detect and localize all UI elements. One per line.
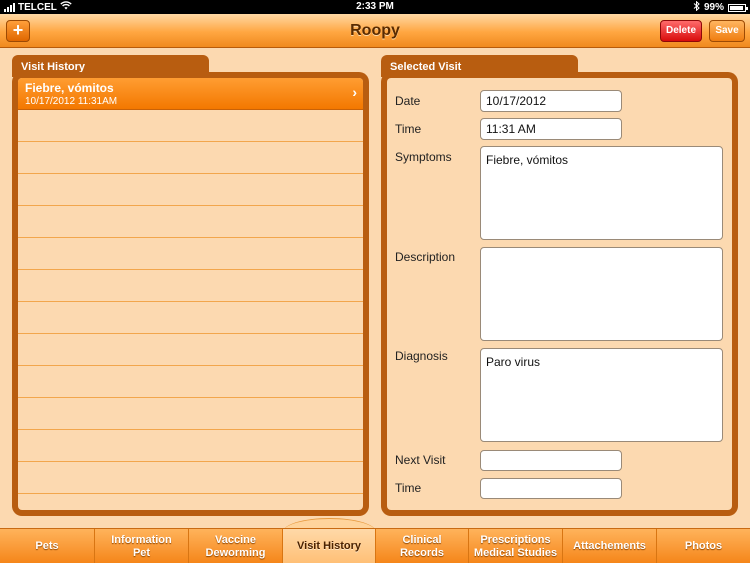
visit-item-date: 10/17/2012 11:31AM (25, 96, 118, 107)
tab-photos[interactable]: Photos (657, 529, 750, 563)
delete-button[interactable]: Delete (660, 20, 702, 42)
next-time-label: Time (395, 481, 422, 495)
list-item (18, 398, 363, 430)
visit-history-item-selected[interactable]: Fiebre, vómitos 10/17/2012 11:31AM › (18, 78, 363, 110)
next-time-field[interactable] (480, 478, 622, 499)
tab-attachements[interactable]: Attachements (563, 529, 657, 563)
next-visit-label: Next Visit (395, 453, 446, 467)
list-item (18, 270, 363, 302)
list-item (18, 206, 363, 238)
next-visit-field[interactable] (480, 450, 622, 471)
visit-item-title: Fiebre, vómitos (25, 81, 114, 95)
status-bar: TELCEL 2:33 PM 99% (0, 0, 750, 14)
selected-visit-panel: Date 10/17/2012 Time 11:31 AM Symptoms F… (381, 72, 738, 516)
navigation-bar: + Roopy Delete Save (0, 14, 750, 48)
list-item (18, 174, 363, 206)
tab-clinical-records[interactable]: Clinical Records (376, 529, 469, 563)
tab-visit-history[interactable]: Visit History (283, 529, 376, 563)
time-label: Time (395, 122, 422, 136)
tab-bar: Pets Information Pet Vaccine Deworming V… (0, 528, 750, 563)
date-label: Date (395, 94, 421, 108)
symptoms-field[interactable]: Fiebre, vómitos (480, 146, 723, 240)
list-item (18, 366, 363, 398)
tab-vaccine-deworming[interactable]: Vaccine Deworming (189, 529, 283, 563)
battery-icon (728, 3, 748, 12)
diagnosis-field[interactable]: Paro virus (480, 348, 723, 442)
bluetooth-icon (693, 0, 700, 14)
visit-history-list: Fiebre, vómitos 10/17/2012 11:31AM › (18, 78, 363, 510)
save-button[interactable]: Save (709, 20, 745, 42)
tab-pets[interactable]: Pets (0, 529, 95, 563)
date-field[interactable]: 10/17/2012 (480, 90, 622, 112)
diagnosis-label: Diagnosis (395, 349, 448, 363)
tab-prescriptions-medical-studies[interactable]: Prescriptions Medical Studies (469, 529, 563, 563)
description-field[interactable] (480, 247, 723, 341)
symptoms-label: Symptoms (395, 150, 452, 164)
status-time: 2:33 PM (356, 1, 394, 12)
tab-information-pet[interactable]: Information Pet (95, 529, 189, 563)
battery-percent: 99% (703, 2, 724, 13)
description-label: Description (395, 250, 456, 264)
time-field[interactable]: 11:31 AM (480, 118, 622, 140)
list-item (18, 110, 363, 142)
list-item (18, 142, 363, 174)
selected-visit-form: Date 10/17/2012 Time 11:31 AM Symptoms F… (387, 78, 732, 510)
list-item (18, 430, 363, 462)
list-item (18, 238, 363, 270)
list-item (18, 334, 363, 366)
page-title: Roopy (350, 22, 400, 39)
list-item (18, 302, 363, 334)
list-item (18, 462, 363, 494)
visit-history-panel: Fiebre, vómitos 10/17/2012 11:31AM › (12, 72, 369, 516)
chevron-right-icon: › (352, 84, 357, 100)
